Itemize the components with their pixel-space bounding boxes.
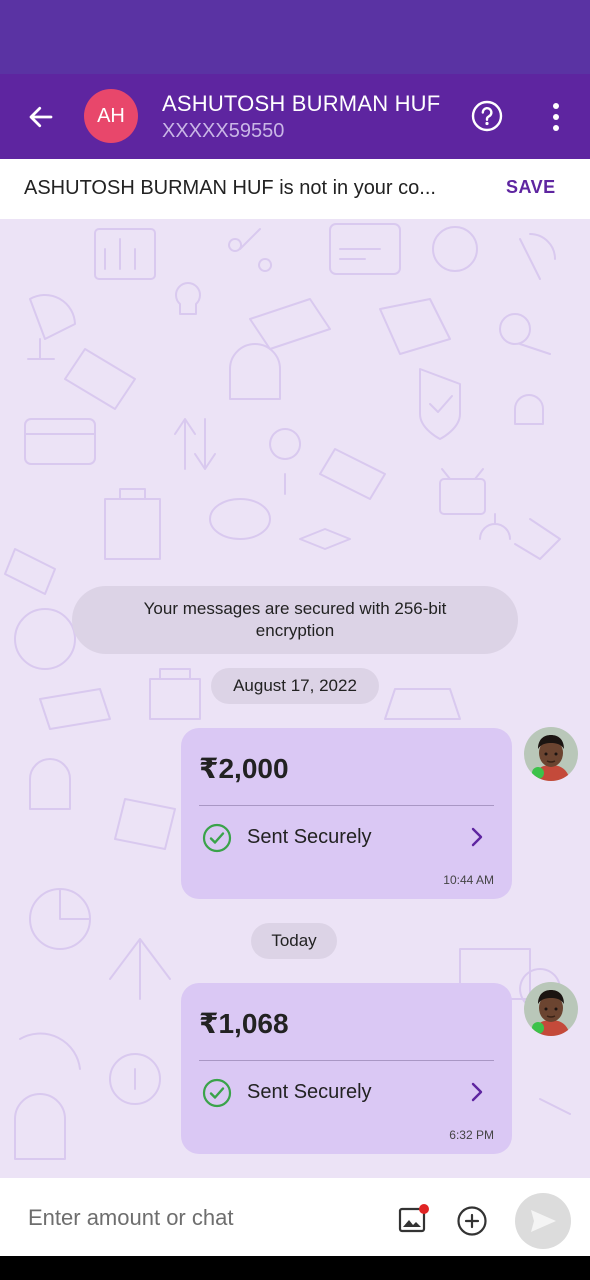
plus-circle-icon (457, 1206, 487, 1236)
gallery-button[interactable] (396, 1202, 430, 1236)
sender-avatar (524, 982, 578, 1036)
chat-area[interactable]: Your messages are secured with 256-bit e… (0, 219, 590, 1178)
chat-input[interactable] (16, 1198, 376, 1238)
contact-number: XXXXX59550 (162, 120, 285, 142)
more-vertical-icon (553, 103, 559, 131)
chevron-right-icon (471, 827, 483, 847)
profile-photo (524, 727, 578, 781)
sender-avatar (524, 727, 578, 781)
send-button[interactable] (515, 1193, 571, 1249)
divider (199, 1060, 494, 1061)
app-bar: AH ASHUTOSH BURMAN HUF XXXXX59550 (0, 74, 590, 159)
save-contact-bar: ASHUTOSH BURMAN HUF is not in your co...… (0, 159, 590, 219)
arrow-left-icon (29, 106, 53, 128)
payment-bubble[interactable]: ₹2,000 Sent Securely 10:44 AM (181, 728, 512, 899)
date-chip: Today (251, 923, 337, 959)
avatar[interactable]: AH (84, 89, 138, 143)
system-nav-bar (0, 1256, 590, 1280)
status-bar (0, 0, 590, 74)
contact-name[interactable]: ASHUTOSH BURMAN HUF (162, 91, 440, 117)
chat-input-bar (0, 1178, 590, 1256)
payment-amount: ₹2,000 (199, 753, 289, 784)
divider (199, 805, 494, 806)
payment-status-label: Sent Securely (247, 1081, 372, 1103)
send-icon (531, 1210, 556, 1232)
date-chip: August 17, 2022 (211, 668, 379, 704)
payment-bubble[interactable]: ₹1,068 Sent Securely 6:32 PM (181, 983, 512, 1154)
back-button[interactable] (20, 96, 62, 138)
encryption-notice: Your messages are secured with 256-bit e… (72, 586, 518, 654)
save-button[interactable]: SAVE (506, 177, 556, 198)
check-circle-icon (202, 1078, 232, 1108)
image-icon (398, 1204, 429, 1233)
payment-status-row[interactable]: Sent Securely (199, 1075, 494, 1109)
add-button[interactable] (456, 1205, 488, 1237)
more-options-button[interactable] (544, 100, 568, 134)
help-circle-icon (471, 100, 503, 132)
payment-status-row[interactable]: Sent Securely (199, 820, 494, 854)
message-time: 10:44 AM (443, 873, 494, 887)
check-circle-icon (202, 823, 232, 853)
save-contact-text: ASHUTOSH BURMAN HUF is not in your co... (24, 177, 436, 199)
message-time: 6:32 PM (449, 1128, 494, 1142)
chevron-right-icon (471, 1082, 483, 1102)
payment-amount: ₹1,068 (199, 1008, 289, 1039)
payment-status-label: Sent Securely (247, 826, 372, 848)
profile-photo (524, 982, 578, 1036)
help-button[interactable] (470, 99, 504, 133)
